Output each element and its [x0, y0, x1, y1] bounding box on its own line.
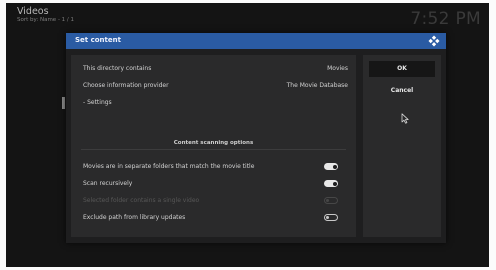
kodi-logo-icon — [428, 35, 440, 47]
directory-contains-label: This directory contains — [83, 65, 152, 72]
button-panel: OK Cancel — [363, 55, 441, 237]
option-scan-recursively[interactable]: Scan recursively — [71, 175, 356, 192]
cancel-button[interactable]: Cancel — [369, 83, 435, 99]
option-label: Exclude path from library updates — [83, 214, 186, 221]
toggle-knob — [326, 216, 329, 219]
settings-panel: This directory contains Movies Choose in… — [71, 55, 356, 237]
information-provider-row[interactable]: Choose information provider The Movie Da… — [71, 77, 356, 94]
directory-contains-value: Movies — [327, 65, 348, 72]
section-header: Content scanning options — [173, 140, 254, 146]
option-separate-folders[interactable]: Movies are in separate folders that matc… — [71, 158, 356, 175]
window-title: Videos — [17, 6, 49, 17]
mouse-pointer-icon — [401, 113, 409, 124]
dialog-title-bar: Set content — [66, 33, 446, 49]
dialog-title: Set content — [75, 36, 121, 44]
window-header: Videos Sort by: Name - 1 / 1 — [17, 7, 74, 24]
background-scroll-indicator — [62, 97, 65, 109]
option-label: Selected folder contains a single video — [83, 197, 200, 204]
kodi-screen: Videos Sort by: Name - 1 / 1 7:52 PM Set… — [6, 3, 489, 267]
option-single-video: Selected folder contains a single video — [71, 192, 356, 209]
toggle-knob — [326, 199, 329, 202]
ok-button[interactable]: OK — [369, 61, 435, 77]
option-exclude-path[interactable]: Exclude path from library updates — [71, 209, 356, 226]
information-provider-value: The Movie Database — [286, 82, 348, 89]
information-provider-label: Choose information provider — [83, 82, 169, 89]
option-label: Movies are in separate folders that matc… — [83, 163, 255, 170]
directory-contains-row[interactable]: This directory contains Movies — [71, 60, 356, 77]
sort-info: Sort by: Name - 1 / 1 — [17, 17, 75, 23]
settings-row[interactable]: - Settings — [71, 94, 356, 111]
toggle-switch[interactable] — [324, 163, 338, 170]
toggle-switch — [324, 197, 338, 204]
toggle-knob — [332, 181, 337, 186]
option-label: Scan recursively — [83, 180, 133, 187]
section-divider — [81, 149, 346, 150]
toggle-knob — [332, 164, 337, 169]
clock: 7:52 PM — [410, 9, 481, 29]
set-content-dialog: Set content This directory contains Movi… — [66, 33, 446, 243]
toggle-switch[interactable] — [324, 180, 338, 187]
settings-label: - Settings — [83, 99, 112, 106]
toggle-switch[interactable] — [324, 214, 338, 221]
